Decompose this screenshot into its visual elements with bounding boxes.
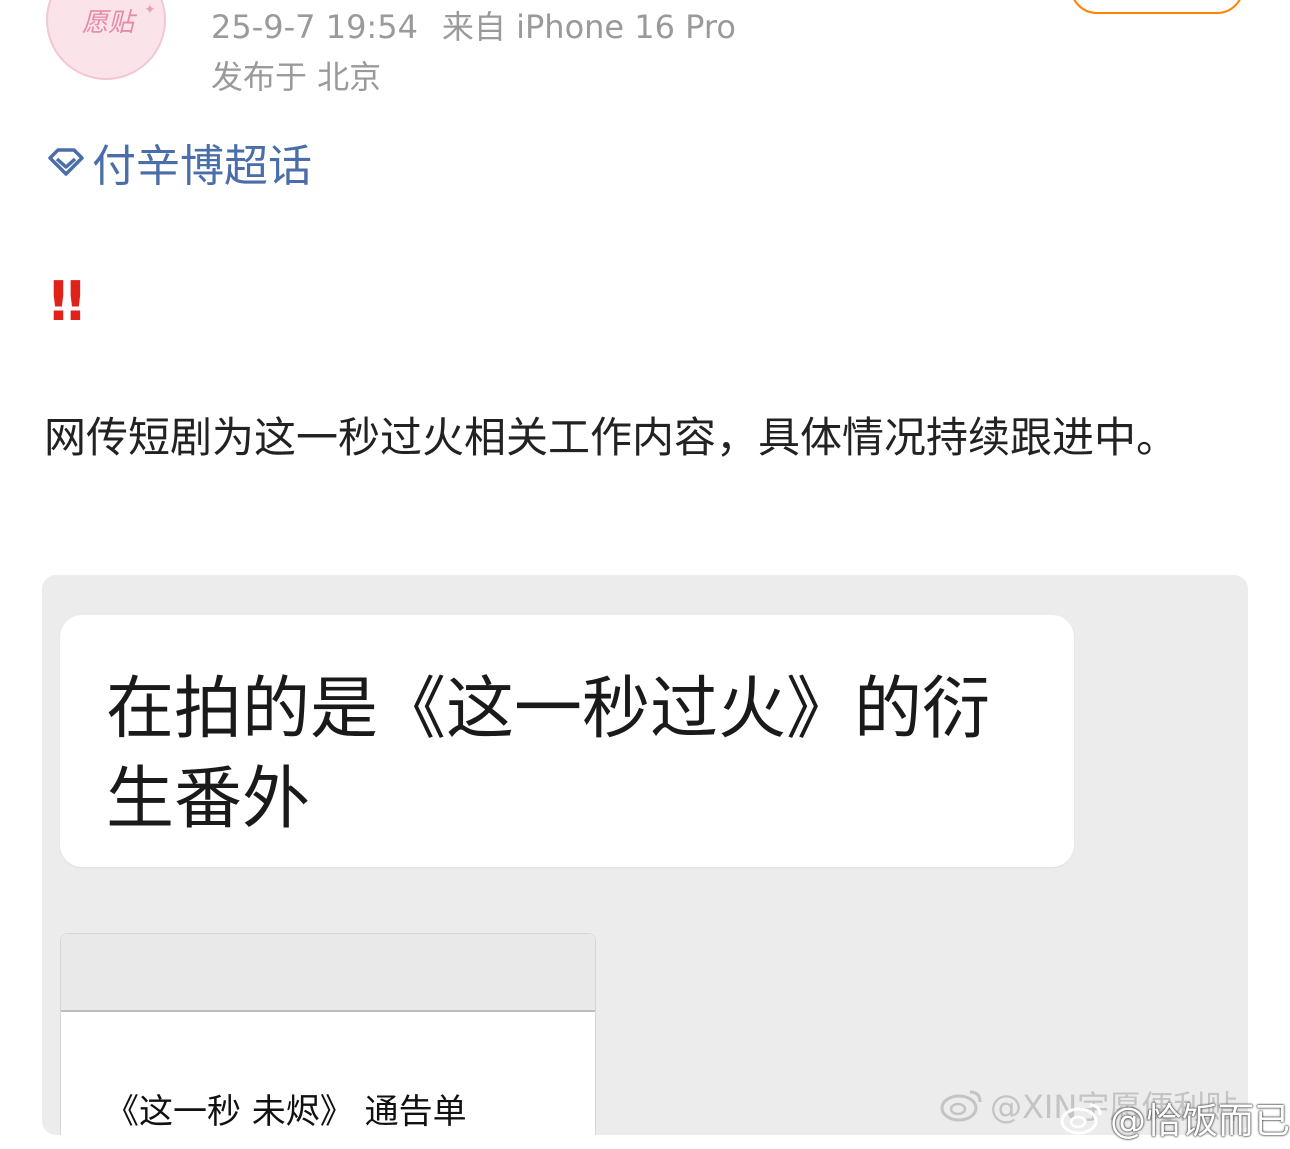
document-preview: 《这一秒 未烬》 通告单 [60, 933, 596, 1135]
post-timestamp: 25-9-7 19:54 [211, 8, 418, 46]
chat-bubble: 在拍的是《这一秒过火》的衍生番外 [60, 615, 1074, 867]
follow-button[interactable] [1070, 0, 1244, 14]
sparkle-icon: ✦ [144, 2, 156, 18]
document-header-bar [61, 934, 595, 1012]
user-watermark-text: @恰饭而已 [1110, 1101, 1290, 1142]
user-watermark: @恰饭而已 [1060, 1092, 1290, 1144]
document-title: 《这一秒 未烬》 通告单 [105, 1092, 467, 1132]
post-body: 网传短剧为这一秒过火相关工作内容，具体情况持续跟进中。 [44, 413, 1179, 462]
super-topic-label: 付辛博超话 [92, 141, 312, 192]
chat-bubble-text: 在拍的是《这一秒过火》的衍生番外 [106, 670, 991, 839]
post-source: 来自 iPhone 16 Pro [441, 8, 736, 46]
super-topic-link[interactable]: 付辛博超话 [44, 134, 312, 192]
weibo-logo-icon [940, 1090, 982, 1122]
author-avatar[interactable]: 愿贴 ✦ [46, 0, 166, 80]
post-location: 发布于 北京 [211, 58, 382, 96]
avatar-text: 愿贴 [82, 8, 135, 38]
weibo-logo-icon [1060, 1103, 1102, 1135]
double-exclamation-icon: ‼ [50, 270, 84, 333]
post-meta: 25-9-7 19:54 来自 iPhone 16 Pro [211, 2, 736, 48]
bubble-tail [62, 715, 80, 747]
diamond-icon [48, 148, 84, 176]
post-image[interactable]: 在拍的是《这一秒过火》的衍生番外 《这一秒 未烬》 通告单 [42, 575, 1248, 1135]
